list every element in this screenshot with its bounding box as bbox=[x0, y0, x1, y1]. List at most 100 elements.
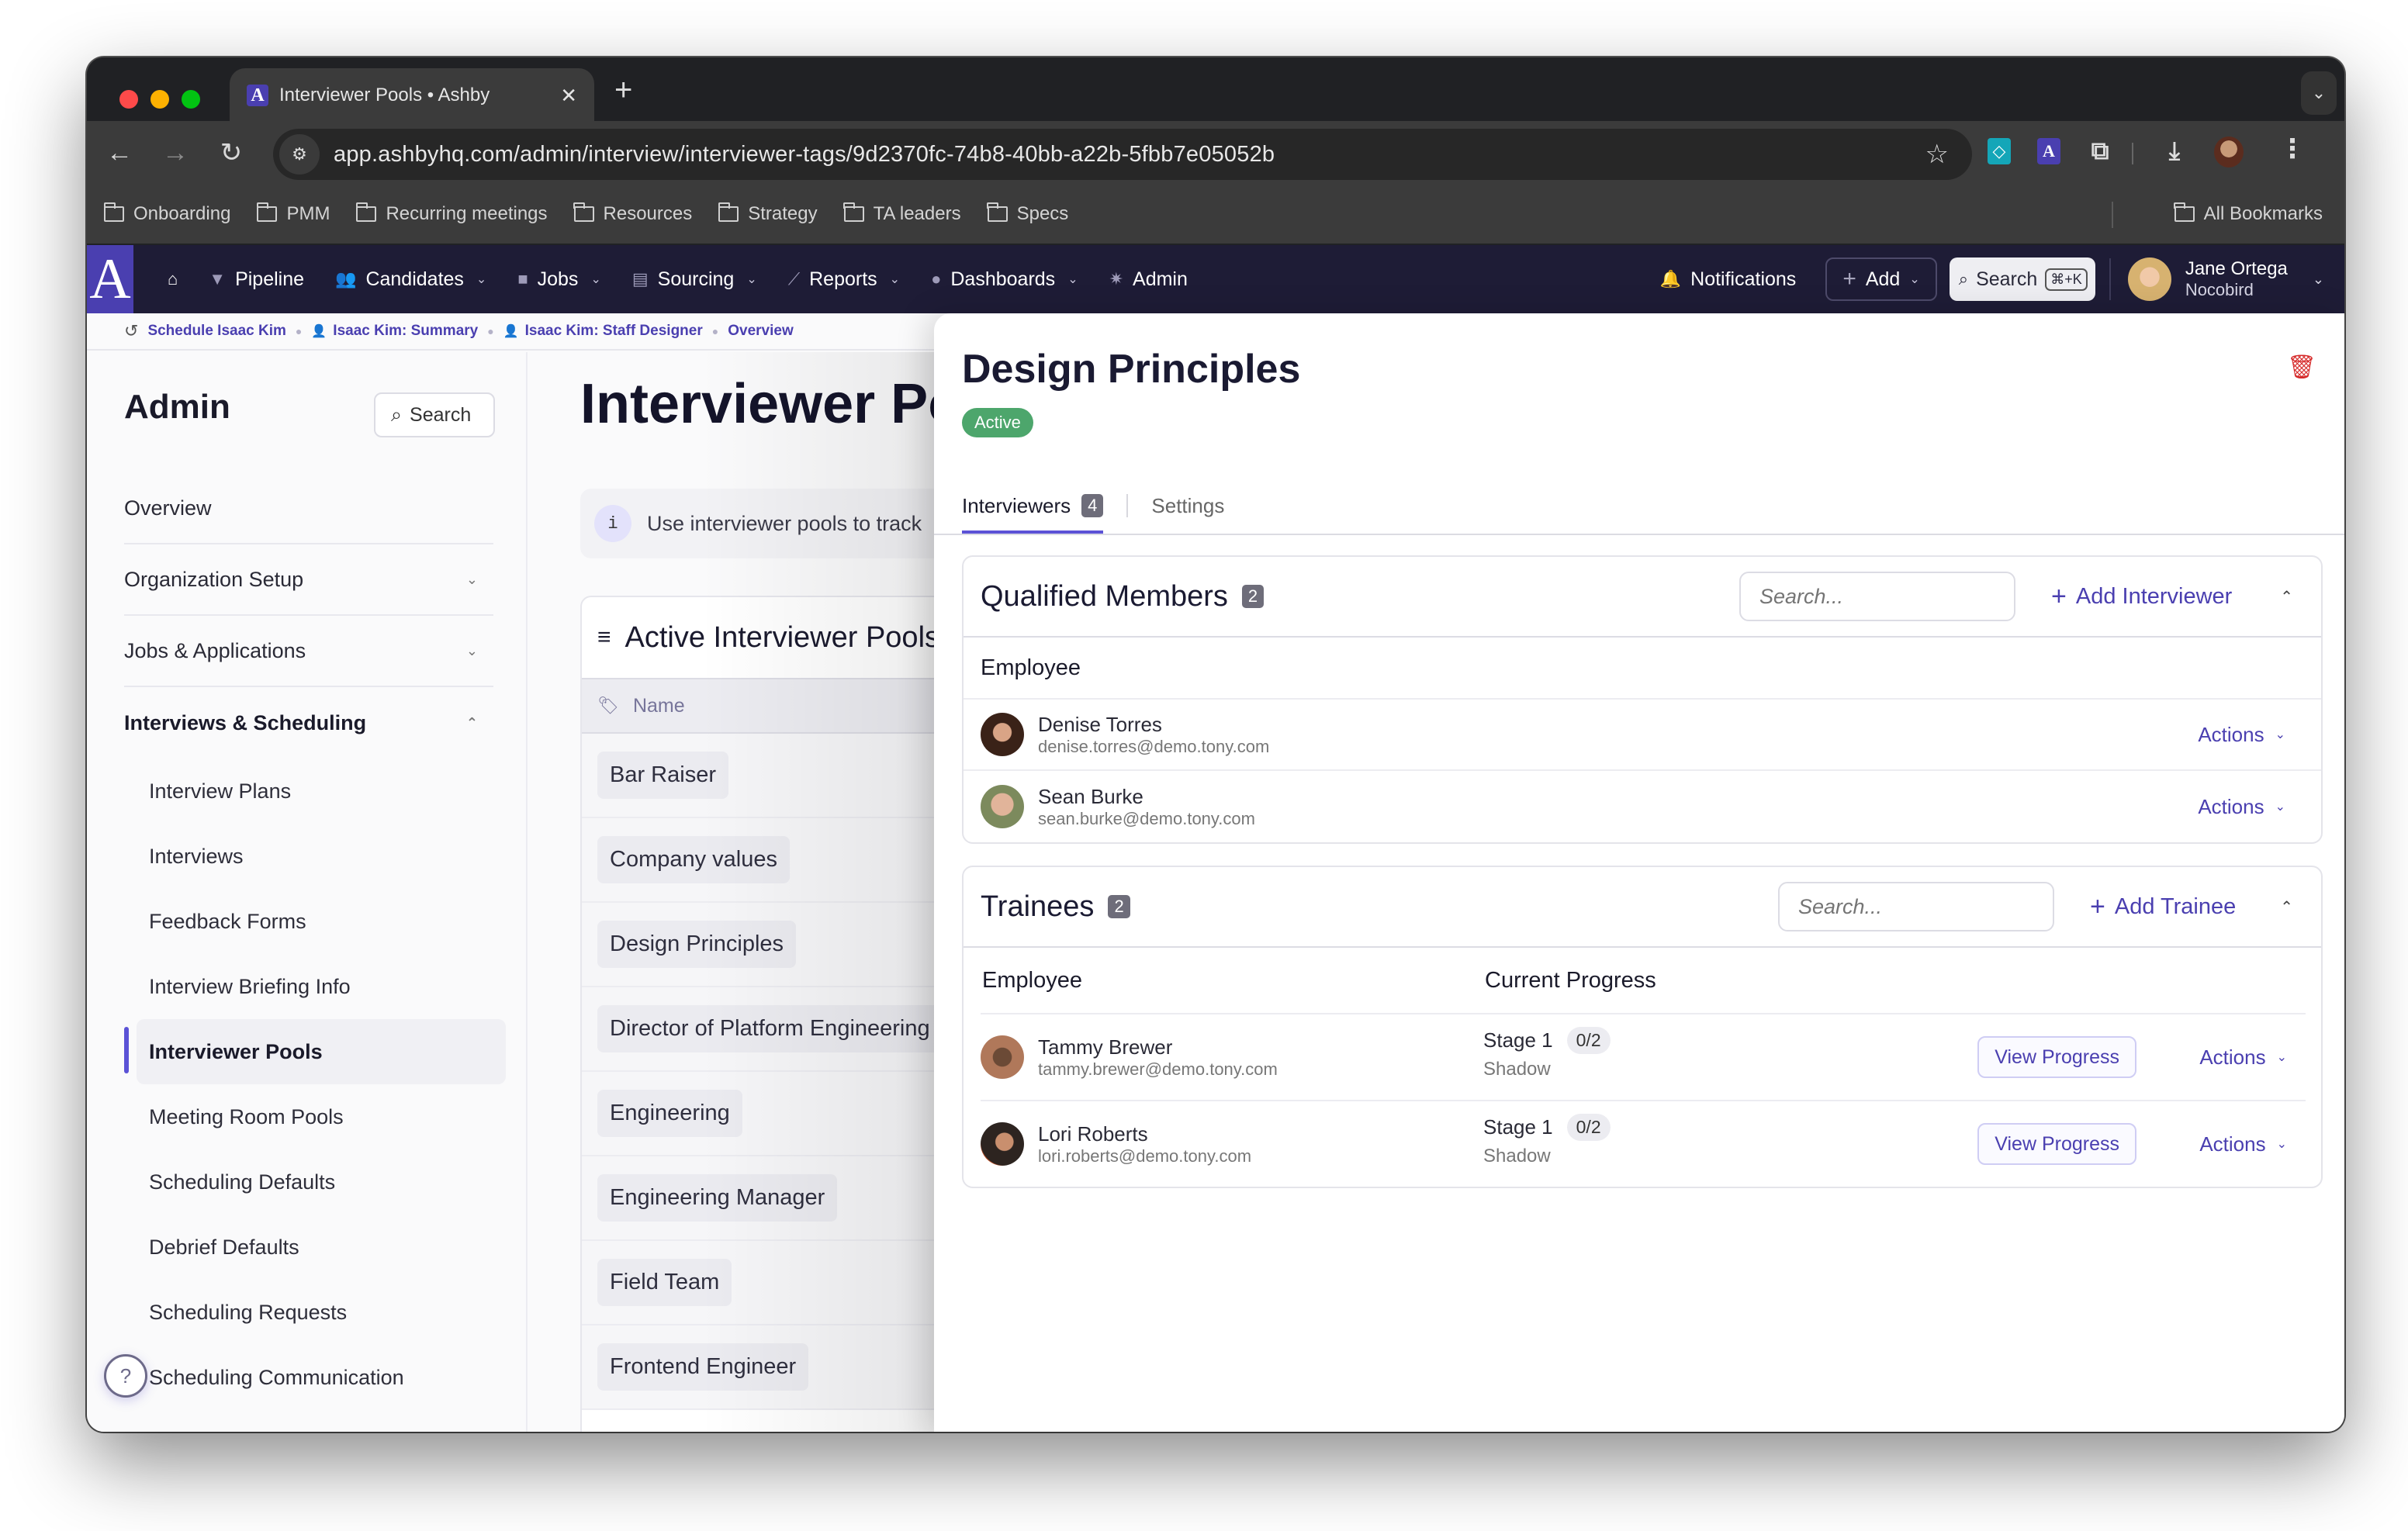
member-name: Tammy Brewer bbox=[1038, 1035, 1173, 1059]
extension-diamond-icon[interactable]: ◇ bbox=[1988, 138, 2011, 164]
site-settings-icon[interactable]: ⚙ bbox=[279, 134, 320, 175]
sidebar-item-debrief-defaults[interactable]: Debrief Defaults bbox=[124, 1215, 493, 1280]
bookmark-strategy[interactable]: Strategy bbox=[718, 202, 818, 225]
bookmark-specs[interactable]: Specs bbox=[987, 202, 1069, 225]
address-bar[interactable]: ⚙ app.ashbyhq.com/admin/interview/interv… bbox=[273, 129, 1972, 180]
bookmark-onboarding[interactable]: Onboarding bbox=[103, 202, 230, 225]
nav-label: Admin bbox=[1133, 268, 1188, 290]
sidebar-search-button[interactable]: ⌕ Search bbox=[374, 392, 495, 437]
forward-arrow-icon[interactable]: → bbox=[147, 138, 203, 168]
bookmark-resources[interactable]: Resources bbox=[573, 202, 692, 225]
sidebar-item-overview[interactable]: Overview bbox=[124, 473, 493, 544]
training-mode: Shadow bbox=[1483, 1146, 1551, 1166]
qualified-search-input[interactable] bbox=[1739, 572, 2015, 621]
breadcrumb-schedule[interactable]: Schedule Isaac Kim bbox=[147, 323, 285, 340]
bookmark-label: Specs bbox=[1016, 203, 1069, 224]
sidebar-item-interviews-scheduling[interactable]: Interviews & Scheduling ⌃ bbox=[124, 687, 493, 759]
new-tab-button[interactable]: + bbox=[614, 73, 632, 108]
url-text[interactable]: app.ashbyhq.com/admin/interview/intervie… bbox=[334, 142, 1275, 168]
tab-strip: A Interviewer Pools • Ashby ✕ + ⌄ bbox=[87, 57, 2344, 123]
sidebar-item-scheduling-communication[interactable]: Scheduling Communication bbox=[124, 1345, 493, 1410]
nav-dashboards[interactable]: ● Dashboards ⌄ bbox=[931, 268, 1078, 291]
tag-icon: 🏷 bbox=[597, 696, 619, 715]
actions-dropdown[interactable]: Actions ⌄ bbox=[2198, 723, 2285, 747]
trash-icon[interactable]: 🗑 bbox=[2287, 354, 2316, 381]
sidebar-item-organization-setup[interactable]: Organization Setup ⌄ bbox=[124, 544, 493, 616]
ashby-logo[interactable]: A bbox=[87, 245, 133, 313]
bookmark-label: PMM bbox=[286, 203, 330, 224]
sidebar-item-meeting-room-pools[interactable]: Meeting Room Pools bbox=[124, 1084, 493, 1149]
close-window-button[interactable] bbox=[119, 90, 138, 109]
bookmark-recurring-meetings[interactable]: Recurring meetings bbox=[355, 202, 548, 225]
chevron-up-icon[interactable]: ⌃ bbox=[2280, 897, 2293, 917]
sidebar-item-feedback-forms[interactable]: Feedback Forms bbox=[124, 889, 493, 954]
nav-reports[interactable]: ⟋ Reports ⌄ bbox=[788, 268, 900, 291]
sidebar-item-scheduling-keywords[interactable]: Scheduling Keywords bbox=[124, 1410, 493, 1433]
actions-dropdown[interactable]: Actions ⌄ bbox=[2198, 795, 2285, 819]
pool-name[interactable]: Design Principles bbox=[597, 921, 797, 968]
bookmark-ta-leaders[interactable]: TA leaders bbox=[843, 202, 961, 225]
view-progress-button[interactable]: View Progress bbox=[1977, 1036, 2136, 1078]
global-search-button[interactable]: ⌕ Search ⌘+K bbox=[1949, 257, 2095, 301]
sidebar-item-interview-plans[interactable]: Interview Plans bbox=[124, 759, 493, 824]
pool-name[interactable]: Company values bbox=[597, 836, 790, 883]
pool-name[interactable]: Frontend Engineer bbox=[597, 1343, 809, 1391]
tab-interviewers[interactable]: Interviewers 4 bbox=[962, 479, 1104, 534]
actions-label: Actions bbox=[2198, 722, 2264, 746]
tab-close-icon[interactable]: ✕ bbox=[560, 84, 577, 108]
nav-jobs[interactable]: ■ Jobs ⌄ bbox=[517, 268, 601, 291]
pool-name[interactable]: Director of Platform Engineering bbox=[597, 1005, 943, 1052]
nav-candidates[interactable]: 👥 Candidates ⌄ bbox=[335, 268, 486, 291]
view-progress-button[interactable]: View Progress bbox=[1977, 1123, 2136, 1165]
actions-dropdown[interactable]: Actions ⌄ bbox=[2199, 1045, 2287, 1070]
back-arrow-icon[interactable]: ← bbox=[92, 138, 147, 168]
all-bookmarks[interactable]: All Bookmarks bbox=[2174, 185, 2323, 244]
nav-sourcing[interactable]: ▤ Sourcing ⌄ bbox=[632, 268, 757, 291]
reload-icon[interactable]: ↻ bbox=[203, 137, 259, 168]
sidebar-item-interviewer-pools[interactable]: Interviewer Pools bbox=[124, 1019, 506, 1084]
chevron-down-icon[interactable]: ⌄ bbox=[2313, 271, 2324, 288]
tab-search-chevron-icon[interactable]: ⌄ bbox=[2301, 71, 2337, 115]
extension-ashby-icon[interactable]: A bbox=[2037, 138, 2060, 164]
browser-tab[interactable]: A Interviewer Pools • Ashby ✕ bbox=[230, 68, 594, 123]
maximize-window-button[interactable] bbox=[182, 90, 200, 109]
pool-name[interactable]: Engineering bbox=[597, 1090, 742, 1137]
person-icon: 👤 bbox=[311, 325, 327, 338]
add-button[interactable]: + Add ⌄ bbox=[1825, 257, 1937, 301]
add-interviewer-button[interactable]: + Add Interviewer bbox=[2051, 582, 2232, 612]
sidebar-item-interviews[interactable]: Interviews bbox=[124, 824, 493, 889]
nav-home[interactable]: ⌂ bbox=[168, 269, 178, 289]
user-menu[interactable]: Jane Ortega Nocobird bbox=[2185, 258, 2288, 300]
pool-name[interactable]: Field Team bbox=[597, 1259, 732, 1306]
download-icon[interactable]: ⤓ bbox=[2163, 137, 2186, 164]
nav-admin[interactable]: ✷ Admin bbox=[1109, 268, 1188, 291]
sidebar-item-scheduling-requests[interactable]: Scheduling Requests bbox=[124, 1280, 493, 1345]
trainee-search-input[interactable] bbox=[1778, 882, 2054, 931]
bookmark-pmm[interactable]: PMM bbox=[256, 202, 330, 225]
chevron-up-icon[interactable]: ⌃ bbox=[2280, 587, 2293, 607]
minimize-window-button[interactable] bbox=[150, 90, 169, 109]
user-avatar[interactable] bbox=[2127, 257, 2171, 301]
actions-dropdown[interactable]: Actions ⌄ bbox=[2199, 1132, 2287, 1156]
help-button[interactable]: ? bbox=[104, 1354, 147, 1398]
member-name: Sean Burke bbox=[1038, 784, 1143, 808]
pool-name[interactable]: Bar Raiser bbox=[597, 752, 728, 799]
sidebar-item-scheduling-defaults[interactable]: Scheduling Defaults bbox=[124, 1149, 493, 1215]
breadcrumb-staff-designer[interactable]: 👤 Isaac Kim: Staff Designer bbox=[503, 323, 703, 340]
breadcrumb-summary[interactable]: 👤 Isaac Kim: Summary bbox=[311, 323, 478, 340]
breadcrumb-overview[interactable]: Overview bbox=[728, 323, 794, 340]
bookmark-star-icon[interactable]: ☆ bbox=[1925, 139, 1949, 170]
pool-name[interactable]: Engineering Manager bbox=[597, 1174, 838, 1222]
sidebar-item-jobs-applications[interactable]: Jobs & Applications ⌄ bbox=[124, 616, 493, 687]
browser-profile-avatar[interactable] bbox=[2214, 137, 2244, 168]
add-trainee-button[interactable]: + Add Trainee bbox=[2090, 892, 2236, 922]
folder-icon bbox=[103, 202, 124, 222]
browser-menu-icon[interactable]: ⋮ bbox=[2279, 133, 2306, 164]
notifications-button[interactable]: 🔔 Notifications bbox=[1660, 268, 1797, 291]
nav-pipeline[interactable]: ▼ Pipeline bbox=[209, 268, 304, 291]
tab-settings[interactable]: Settings bbox=[1151, 479, 1224, 532]
column-header-name[interactable]: Name bbox=[633, 695, 685, 717]
sidebar-item-interview-briefing-info[interactable]: Interview Briefing Info bbox=[124, 954, 493, 1019]
plus-icon: + bbox=[2051, 581, 2067, 611]
extensions-puzzle-icon[interactable]: ⧉ bbox=[2088, 137, 2112, 164]
